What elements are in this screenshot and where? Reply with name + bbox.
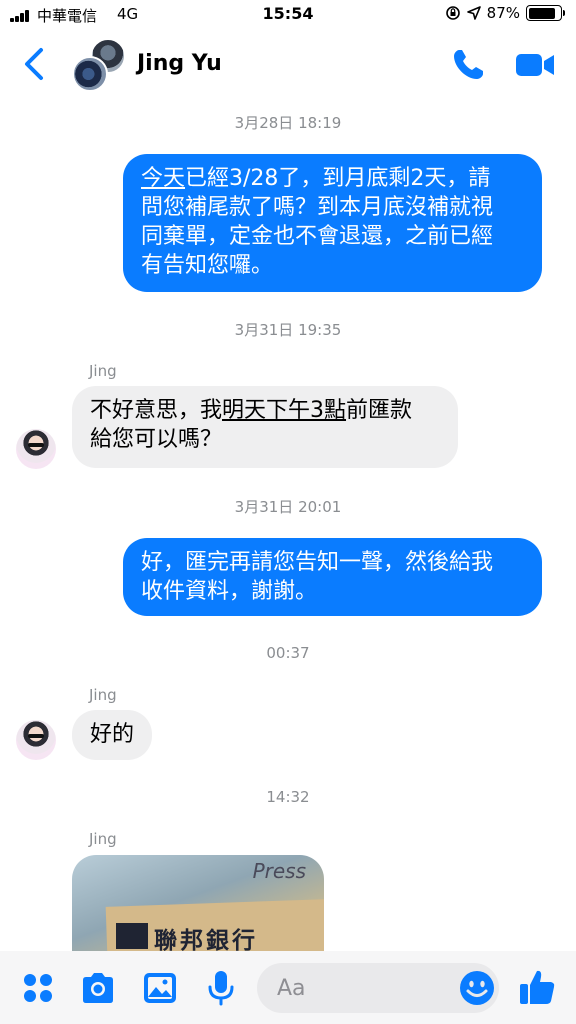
thumbs-up-icon[interactable] <box>517 967 557 1007</box>
bank-logo-mark <box>116 923 148 949</box>
battery-percent: 87% <box>486 4 520 22</box>
message-timestamp: 00:37 <box>266 644 310 662</box>
message-text: 給您可以嗎？ <box>90 427 223 452</box>
sender-name: Jing <box>89 830 117 848</box>
sender-name: Jing <box>89 362 117 380</box>
orientation-lock-icon <box>445 6 460 20</box>
microphone-icon[interactable] <box>202 969 240 1007</box>
message-input[interactable] <box>277 963 447 1013</box>
status-bar: 中華電信 4G 15:54 87% <box>0 0 576 30</box>
contact-avatar[interactable] <box>72 38 126 92</box>
incoming-message[interactable]: 不好意思，我明天下午3點前匯款 給您可以嗎？ <box>72 386 458 468</box>
message-timestamp: 3月28日 18:19 <box>234 114 342 132</box>
message-text: 有告知您囉。 <box>141 253 274 278</box>
message-text: 前匯款 <box>346 398 413 423</box>
bank-logo-text: 聯邦銀行 <box>154 928 258 954</box>
four-dots-icon[interactable] <box>19 969 57 1007</box>
message-text: 好，匯完再請您告知一聲，然後給我 <box>141 550 494 575</box>
camera-icon[interactable] <box>79 969 117 1007</box>
message-text: 好的 <box>90 722 135 747</box>
message-text: 同棄單，定金也不會退還，之前已經 <box>141 224 494 249</box>
message-text: 問您補尾款了嗎？到本月底沒補就視 <box>141 195 494 220</box>
outgoing-message[interactable]: 好，匯完再請您告知一聲，然後給我 收件資料，謝謝。 <box>123 538 542 616</box>
message-text: 不好意思，我 <box>90 398 223 423</box>
photo-icon[interactable] <box>141 969 179 1007</box>
message-input-box[interactable] <box>257 963 499 1013</box>
photo-text: Press <box>252 859 306 883</box>
chat-header: Jing Yu <box>0 30 576 100</box>
battery-icon <box>526 5 565 21</box>
status-right: 87% <box>445 4 565 22</box>
message-composer <box>0 951 576 1024</box>
incoming-message[interactable]: 好的 <box>72 710 153 760</box>
message-text: 收件資料，謝謝。 <box>141 579 318 604</box>
message-text-underlined: 明天下午3點 <box>222 398 347 423</box>
avatar[interactable] <box>16 429 56 469</box>
avatar[interactable] <box>16 720 56 760</box>
outgoing-message[interactable]: 今天已經3/28了，到月底剩2天，請 問您補尾款了嗎？到本月底沒補就視 同棄單，… <box>123 154 542 292</box>
back-button[interactable] <box>20 46 50 82</box>
emoji-icon[interactable] <box>459 970 495 1006</box>
message-timestamp: 3月31日 20:01 <box>234 498 342 516</box>
phone-icon[interactable] <box>450 47 486 83</box>
location-arrow-icon <box>466 6 481 20</box>
message-timestamp: 14:32 <box>266 788 310 806</box>
message-text: 已經3/28了，到月底剩2天，請 <box>185 166 491 191</box>
video-camera-icon[interactable] <box>514 49 556 81</box>
message-text-underlined: 今天 <box>141 166 186 191</box>
avatar <box>72 56 108 92</box>
sender-name: Jing <box>89 686 117 704</box>
message-timestamp: 3月31日 19:35 <box>234 321 342 339</box>
contact-name[interactable]: Jing Yu <box>137 51 222 76</box>
